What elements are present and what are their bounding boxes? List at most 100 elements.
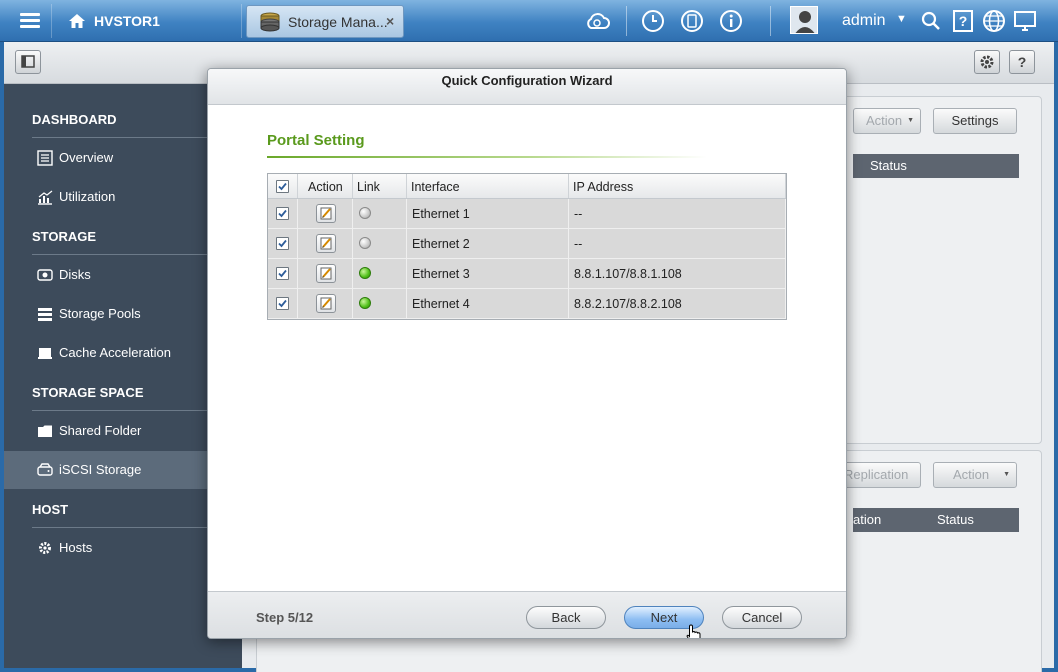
storage-manager-icon — [260, 12, 280, 32]
sidebar-section-storage-space: STORAGE SPACE — [32, 385, 144, 400]
edit-icon[interactable] — [316, 294, 336, 313]
interface-cell: Ethernet 2 — [407, 229, 569, 258]
checkbox-cell — [268, 229, 298, 258]
link-cell — [353, 259, 407, 288]
chevron-down-icon: ▼ — [907, 117, 914, 124]
top-taskbar: HVSTOR1 Storage Mana... × admin ▼ ? — [0, 0, 1058, 42]
sidebar-section-dashboard: DASHBOARD — [32, 112, 117, 127]
replication-button[interactable]: Replication — [843, 462, 921, 488]
disk-icon — [37, 269, 53, 281]
check-icon — [278, 239, 287, 248]
back-button[interactable]: Back — [526, 606, 606, 629]
cancel-button[interactable]: Cancel — [722, 606, 802, 629]
sync-icon[interactable] — [679, 8, 705, 34]
table-row[interactable]: Ethernet 4 8.8.2.107/8.8.2.108 — [268, 289, 786, 319]
help-icon[interactable]: ? — [950, 8, 976, 34]
action-cell — [298, 259, 353, 288]
check-icon — [278, 182, 287, 191]
sidebar-toggle-icon — [21, 55, 35, 68]
row-checkbox[interactable] — [276, 237, 289, 250]
sidebar-item-label: Overview — [59, 150, 114, 165]
close-icon[interactable]: × — [386, 13, 394, 29]
table-row[interactable]: Ethernet 3 8.8.1.107/8.8.1.108 — [268, 259, 786, 289]
sidebar-item-label: Utilization — [59, 189, 116, 204]
edit-icon[interactable] — [316, 234, 336, 253]
app-tab-label: Storage Mana... — [288, 14, 388, 30]
dialog-title: Quick Configuration Wizard — [208, 69, 846, 105]
action-dropdown[interactable]: Action ▼ — [933, 462, 1017, 488]
search-icon[interactable] — [918, 8, 944, 34]
ip-address-cell: 8.8.2.107/8.8.2.108 — [569, 289, 786, 318]
chevron-down-icon: ▼ — [1003, 471, 1010, 478]
chart-icon — [38, 190, 53, 205]
status-column-header: Status — [937, 512, 974, 527]
home-tab[interactable]: HVSTOR1 — [58, 4, 242, 38]
select-all-cell — [268, 174, 298, 198]
ip-address-cell: -- — [569, 199, 786, 228]
list-icon — [37, 150, 53, 166]
row-checkbox[interactable] — [276, 267, 289, 280]
svg-text:?: ? — [1018, 54, 1027, 70]
link-cell — [353, 199, 407, 228]
sidebar-section-host: HOST — [32, 502, 69, 517]
check-icon — [278, 269, 287, 278]
action-cell — [298, 289, 353, 318]
quick-configuration-wizard-dialog: Quick Configuration Wizard Portal Settin… — [207, 68, 847, 639]
sidebar-toggle-button[interactable] — [15, 50, 41, 74]
edit-icon[interactable] — [316, 264, 336, 283]
settings-gear-button[interactable] — [974, 50, 1000, 74]
dialog-footer: Step 5/12 Back Next Cancel — [208, 591, 846, 638]
pools-icon — [38, 308, 52, 321]
help-icon: ? — [1018, 54, 1027, 70]
table-header-row: Action Link Interface IP Address — [268, 174, 786, 199]
link-cell — [353, 289, 407, 318]
interface-cell: Ethernet 3 — [407, 259, 569, 288]
monitor-icon[interactable] — [1012, 8, 1038, 34]
toolbar-divider — [626, 6, 627, 36]
menu-icon[interactable] — [6, 4, 52, 38]
link-cell — [353, 229, 407, 258]
action-label: Action — [953, 467, 990, 482]
sidebar-item-label: Shared Folder — [59, 423, 142, 438]
cache-icon — [38, 348, 52, 359]
cloud-sync-icon[interactable] — [584, 8, 610, 34]
column-header-interface: Interface — [407, 174, 569, 198]
edit-icon[interactable] — [316, 204, 336, 223]
clock-icon[interactable] — [640, 8, 666, 34]
user-avatar-icon[interactable] — [790, 6, 818, 34]
sidebar-section-storage: STORAGE — [32, 229, 97, 244]
portal-table: Action Link Interface IP Address Etherne… — [267, 173, 787, 320]
ip-address-cell: 8.8.1.107/8.8.1.108 — [569, 259, 786, 288]
link-status-icon — [359, 267, 371, 279]
sidebar-item-label: Hosts — [59, 540, 93, 555]
sidebar-item-label: Disks — [59, 267, 91, 282]
section-title: Portal Setting — [267, 132, 365, 149]
select-all-checkbox[interactable] — [276, 180, 289, 193]
table-row[interactable]: Ethernet 2 -- — [268, 229, 786, 259]
user-name[interactable]: admin — [842, 12, 886, 30]
action-label: Action — [866, 113, 903, 128]
lun-table-header: ation Status — [853, 508, 1019, 532]
sidebar-item-label: Storage Pools — [59, 306, 141, 321]
row-checkbox[interactable] — [276, 207, 289, 220]
iscsi-icon — [37, 463, 53, 476]
table-row[interactable]: Ethernet 1 -- — [268, 199, 786, 229]
home-label: HVSTOR1 — [94, 13, 160, 29]
help-button[interactable]: ? — [1009, 50, 1035, 74]
gear-icon — [39, 542, 51, 554]
chevron-down-icon[interactable]: ▼ — [896, 13, 907, 25]
action-dropdown[interactable]: Action ▼ — [853, 108, 921, 134]
sidebar-item-label: Cache Acceleration — [59, 345, 172, 360]
info-icon[interactable] — [718, 8, 744, 34]
storage-manager-tab[interactable]: Storage Mana... × — [246, 5, 404, 38]
step-indicator: Step 5/12 — [256, 610, 314, 625]
globe-icon[interactable] — [981, 8, 1007, 34]
ip-address-cell: -- — [569, 229, 786, 258]
link-status-icon — [359, 297, 371, 309]
link-status-icon — [359, 207, 371, 219]
settings-button[interactable]: Settings — [933, 108, 1017, 134]
action-cell — [298, 199, 353, 228]
column-header: ation — [853, 512, 882, 527]
row-checkbox[interactable] — [276, 297, 289, 310]
check-icon — [278, 299, 287, 308]
